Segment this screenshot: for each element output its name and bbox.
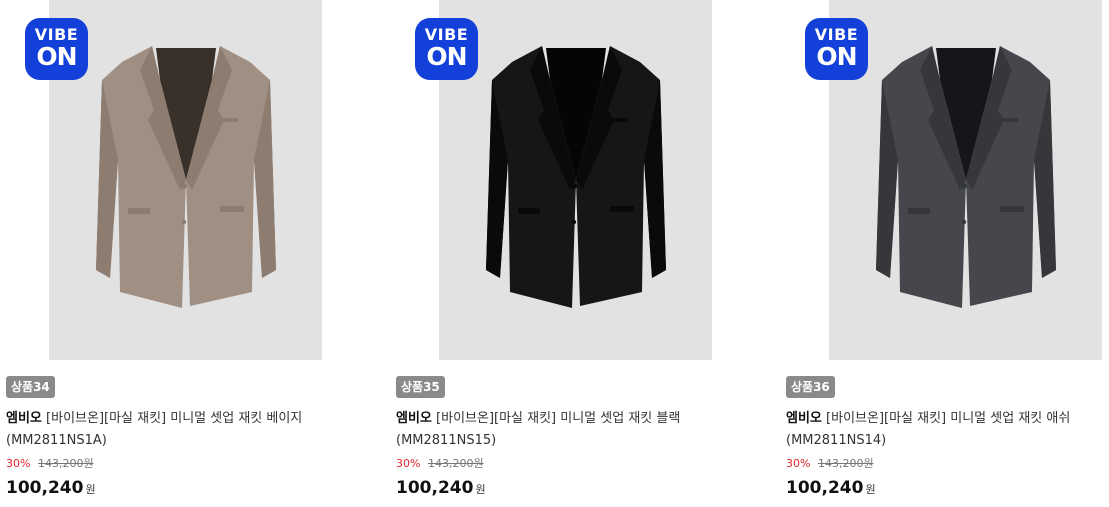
product-code: (MM2811NS14) [786, 433, 887, 448]
discount-rate: 30% [6, 457, 31, 470]
original-price: 143,200원 [817, 457, 874, 470]
badge-line1: VIBE [814, 25, 859, 44]
jacket-left-pocket [518, 208, 540, 214]
product-card[interactable]: VIBE ON 상품35 엠비오 [바이브온][마실 재킷] 미니멀 셋업 재킷… [390, 0, 712, 507]
badge-line1: VIBE [424, 25, 469, 44]
sale-price: 100,240 [396, 478, 474, 498]
badge-line2: ON [816, 42, 857, 71]
badge-line2: ON [426, 42, 467, 71]
product-name: [바이브온][마실 재킷] 미니멀 셋업 재킷 블랙 [436, 411, 681, 426]
product-number-tag: 상품35 [396, 376, 445, 398]
jacket-left-pocket [908, 208, 930, 214]
vibe-on-badge-icon: VIBE ON [415, 18, 478, 80]
sale-price: 100,240 [6, 478, 84, 498]
vibe-on-badge-icon: VIBE ON [25, 18, 88, 80]
jacket-button [571, 183, 577, 189]
product-code: (MM2811NS1A) [6, 433, 107, 448]
jacket-image [96, 46, 276, 308]
product-title-link[interactable]: 엠비오 [바이브온][마실 재킷] 미니멀 셋업 재킷 베이지 (MM2811N… [6, 408, 326, 452]
product-image-link[interactable]: VIBE ON [780, 0, 1102, 360]
brand-name: 엠비오 [6, 411, 42, 426]
brand-name: 엠비오 [786, 411, 822, 426]
jacket-button [961, 183, 967, 189]
jacket-chest-pocket [998, 118, 1018, 122]
jacket-button [181, 183, 187, 189]
currency-unit: 원 [865, 483, 876, 496]
price-row: 30% 143,200원 [786, 456, 874, 472]
jacket-right-pocket [610, 206, 634, 212]
final-price-row: 100,240 원 [396, 477, 486, 501]
currency-unit: 원 [475, 483, 486, 496]
product-image-link[interactable]: VIBE ON [390, 0, 712, 360]
jacket-chest-pocket [608, 118, 628, 122]
jacket-right-pocket [1000, 206, 1024, 212]
price-row: 30% 143,200원 [396, 456, 484, 472]
original-price: 143,200원 [427, 457, 484, 470]
product-image-link[interactable]: VIBE ON [0, 0, 322, 360]
final-price-row: 100,240 원 [6, 477, 96, 501]
vibe-on-badge-icon: VIBE ON [805, 18, 868, 80]
currency-unit: 원 [85, 483, 96, 496]
product-card[interactable]: VIBE ON 상품36 엠비오 [바이브온][마실 재킷] 미니멀 셋업 재킷… [780, 0, 1102, 507]
product-card[interactable]: VIBE ON 상품34 엠비오 [바이브온][마실 재킷] 미니멀 셋업 재킷… [0, 0, 322, 507]
final-price-row: 100,240 원 [786, 477, 876, 501]
badge-line2: ON [36, 42, 77, 71]
discount-rate: 30% [396, 457, 421, 470]
jacket-left-pocket [128, 208, 150, 214]
jacket-image [486, 46, 666, 308]
product-title-link[interactable]: 엠비오 [바이브온][마실 재킷] 미니멀 셋업 재킷 블랙 (MM2811NS… [396, 408, 716, 452]
jacket-chest-pocket [218, 118, 238, 122]
brand-name: 엠비오 [396, 411, 432, 426]
jacket-button [571, 219, 577, 225]
jacket-button [961, 219, 967, 225]
product-title-link[interactable]: 엠비오 [바이브온][마실 재킷] 미니멀 셋업 재킷 애쉬 (MM2811NS… [786, 408, 1106, 452]
badge-line1: VIBE [34, 25, 79, 44]
product-number-tag: 상품34 [6, 376, 55, 398]
product-name: [바이브온][마실 재킷] 미니멀 셋업 재킷 애쉬 [826, 411, 1071, 426]
product-number-tag: 상품36 [786, 376, 835, 398]
jacket-button [181, 219, 187, 225]
product-code: (MM2811NS15) [396, 433, 497, 448]
discount-rate: 30% [786, 457, 811, 470]
price-row: 30% 143,200원 [6, 456, 94, 472]
sale-price: 100,240 [786, 478, 864, 498]
original-price: 143,200원 [37, 457, 94, 470]
product-grid: VIBE ON 상품34 엠비오 [바이브온][마실 재킷] 미니멀 셋업 재킷… [0, 0, 1109, 507]
jacket-right-pocket [220, 206, 244, 212]
product-name: [바이브온][마실 재킷] 미니멀 셋업 재킷 베이지 [46, 411, 303, 426]
jacket-image [876, 46, 1056, 308]
